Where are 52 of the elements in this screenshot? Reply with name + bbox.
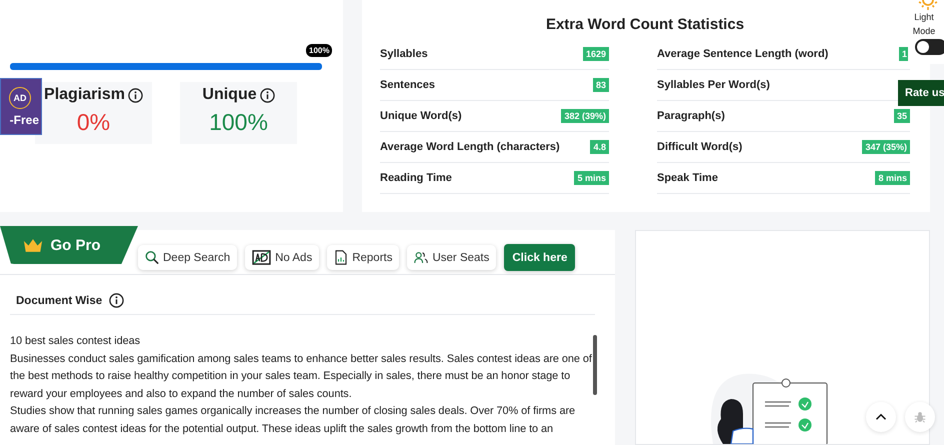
stat-value: 35 [894,109,910,123]
bug-icon [914,411,926,423]
click-here-button[interactable]: Click here [504,244,576,271]
stat-label: Syllables [380,48,428,60]
document-paragraph: Businesses conduct sales gamification among sales teams to enhance better sales results. Sales contest ideas are one of the best methods to raise healthy competition in your sales team. Especially in sales, there must be an honor stage to reward your employees and also to expand the number of sales counts. [10,352,593,402]
info-icon[interactable] [128,88,143,102]
ad-free-badge[interactable]: AD -Free [0,78,42,135]
score-value: 100% [209,109,268,136]
stat-value: 4.8 [590,140,609,154]
ad-free-label: -Free [10,112,39,126]
score-label: Unique [202,86,257,104]
document-title: Document Wise [16,294,102,306]
feature-button[interactable]: Reports [327,245,400,270]
document-icon [334,250,348,265]
stat-value: 1629 [582,47,609,61]
stat-value: 347 (35%) [862,140,910,154]
stat-label: Reading Time [380,172,452,184]
stat-label: Paragraph(s) [657,110,725,122]
ad-icon: AD [9,86,31,108]
document-paragraph: 10 best sales contest ideas [10,334,142,349]
info-icon[interactable] [260,88,275,102]
feature-button[interactable]: User Seats [407,245,496,270]
stat-label: Average Word Length (characters) [380,141,560,153]
stat-value: 83 [592,78,609,92]
go-pro-tab[interactable]: Go Pro [0,226,138,264]
stat-label: Speak Time [657,172,718,184]
search-icon [145,250,159,265]
stat-label: Syllables Per Word(s) [657,79,770,91]
scrollbar-thumb[interactable] [593,335,597,395]
theme-label: Light [914,11,934,24]
no-ads-icon [252,250,272,265]
stat-value: 5 mins [574,171,609,185]
score-value: 0% [76,109,110,136]
theme-toggle[interactable] [915,39,944,55]
stat-value: 8 mins [875,171,910,185]
stat-label: Sentences [380,79,436,91]
stat-label: Difficult Word(s) [657,141,742,153]
stat-label: Average Sentence Length (word) [657,48,828,60]
info-icon[interactable] [109,293,124,308]
statistics-title: Extra Word Count Statistics [544,16,746,33]
stat-value: 382 (39%) [561,109,609,123]
score-label: Plagiarism [44,86,125,104]
crown-icon [23,238,44,252]
sun-icon [918,0,938,10]
document-paragraph: Studies show that running sales games organically increases the number of closing sales deals. Over 70% of firms are aware of sales contest ideas for the potential output. These ideas uplift the sales growth from the bottom line to an [10,404,576,436]
feature-button[interactable]: No Ads [245,245,320,270]
stat-label: Unique Word(s) [380,110,462,122]
users-icon [414,250,428,265]
feature-button[interactable]: Deep Search [138,245,238,270]
rate-us-button[interactable]: Rate us [898,80,944,106]
theme-label: Mode [912,25,936,38]
progress-label: 100% [306,44,332,57]
